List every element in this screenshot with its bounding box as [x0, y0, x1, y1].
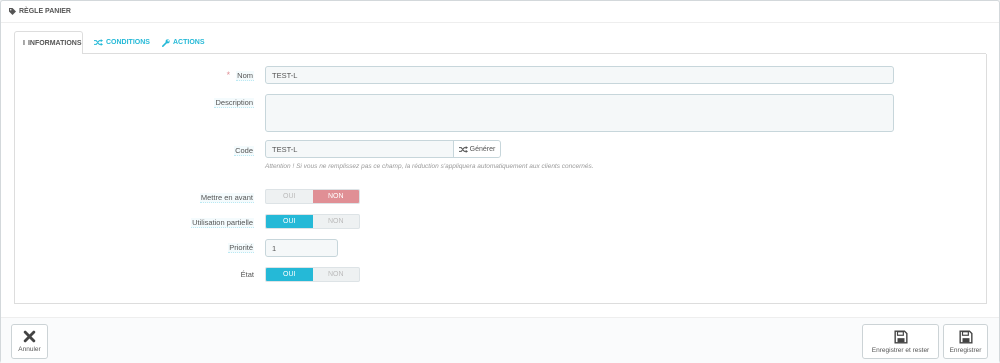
save-icon	[893, 329, 908, 344]
description-textarea[interactable]	[265, 94, 894, 132]
name-label-text: Nom	[236, 71, 254, 81]
tab-content	[14, 54, 987, 304]
partial-use-label: Utilisation partielle	[191, 218, 254, 228]
status-label: État	[241, 270, 254, 279]
name-label: * Nom	[226, 70, 254, 81]
description-label: Description	[214, 98, 254, 108]
required-mark: *	[226, 70, 231, 80]
code-input[interactable]: TEST-L	[265, 140, 454, 158]
priority-input[interactable]: 1	[265, 239, 338, 257]
tab-label: Conditions	[106, 39, 150, 46]
switch-yes[interactable]: OUI	[266, 190, 313, 203]
generate-code-button[interactable]: Générer	[453, 140, 501, 158]
partial-use-switch[interactable]: OUI NON	[265, 214, 360, 229]
code-help-text: Attention ! Si vous ne remplissez pas ce…	[265, 163, 594, 170]
panel-heading: Règle panier	[1, 1, 999, 23]
tab-label: Informations	[27, 39, 82, 47]
tag-icon	[9, 8, 16, 15]
panel-footer: Annuler Enregistrer et rester Enregistre…	[1, 317, 999, 363]
tab-conditions[interactable]: Conditions	[86, 31, 158, 54]
tab-label: Actions	[173, 39, 205, 46]
random-icon	[94, 39, 103, 46]
wrench-icon	[162, 38, 170, 47]
highlight-switch[interactable]: OUI NON	[265, 189, 360, 204]
cancel-button[interactable]: Annuler	[11, 324, 48, 359]
priority-label: Priorité	[228, 243, 254, 253]
switch-no[interactable]: NON	[313, 215, 360, 228]
save-and-stay-button[interactable]: Enregistrer et rester	[862, 324, 939, 359]
random-icon	[458, 145, 468, 153]
switch-yes[interactable]: OUI	[266, 215, 313, 228]
generate-label: Générer	[469, 145, 496, 153]
close-icon	[23, 330, 36, 343]
code-label: Code	[234, 146, 254, 156]
cancel-label: Annuler	[18, 346, 41, 353]
info-icon: i	[23, 39, 25, 47]
code-label-text: Code	[234, 146, 254, 156]
switch-no[interactable]: NON	[312, 190, 359, 203]
partial-use-label-text: Utilisation partielle	[191, 218, 254, 228]
priority-label-text: Priorité	[228, 243, 254, 253]
save-label: Enregistrer	[949, 346, 982, 354]
highlight-label-text: Mettre en avant	[199, 193, 254, 203]
status-switch[interactable]: OUI NON	[265, 267, 360, 282]
tab-bar: i Informations Conditions Actions	[14, 31, 986, 55]
status-label-text: État	[240, 270, 254, 279]
save-button[interactable]: Enregistrer	[943, 324, 988, 359]
switch-no[interactable]: NON	[313, 268, 360, 281]
tab-informations[interactable]: i Informations	[14, 31, 83, 55]
tab-actions[interactable]: Actions	[154, 31, 213, 54]
cart-rule-panel: Règle panier i Informations Conditions A…	[0, 0, 1000, 363]
highlight-label: Mettre en avant	[199, 193, 254, 203]
switch-yes[interactable]: OUI	[266, 268, 313, 281]
description-label-text: Description	[214, 98, 254, 108]
save-and-stay-label: Enregistrer et rester	[871, 346, 930, 354]
panel-title: Règle panier	[19, 8, 71, 15]
name-input[interactable]: TEST-L	[265, 66, 894, 84]
save-icon	[958, 329, 973, 344]
